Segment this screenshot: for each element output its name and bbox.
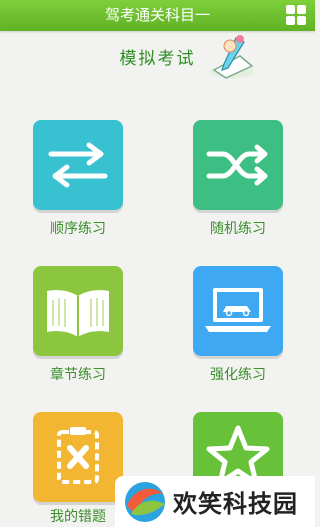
intensive-practice-label[interactable]: 强化练习 [183,364,293,384]
random-practice-label[interactable]: 随机练习 [183,218,293,238]
watermark-text: 欢笑科技园 [173,490,298,518]
section-title: 模拟考试 [119,49,196,69]
chapter-practice-button[interactable] [33,266,123,356]
sequential-practice-button[interactable] [33,120,123,210]
app-title: 驾考通关科目一 [104,6,210,24]
grid-menu-icon[interactable] [286,5,307,26]
app-header: 驾考通关科目一 [0,0,315,31]
book-icon [47,290,109,337]
watermark: 欢笑科技园 [115,476,315,527]
my-mistakes-button[interactable] [33,412,123,502]
watermark-logo-icon [125,482,165,522]
shuffle-icon [206,144,268,186]
chapter-practice-label[interactable]: 章节练习 [23,364,133,384]
random-practice-button[interactable] [193,120,283,210]
clipboard-x-icon [57,427,99,484]
arrows-left-right-icon [48,142,108,188]
laptop-car-icon [205,288,271,332]
sequential-practice-label[interactable]: 顺序练习 [23,218,133,238]
intensive-practice-button[interactable] [193,266,283,356]
pencil-mascot-icon [210,35,254,79]
